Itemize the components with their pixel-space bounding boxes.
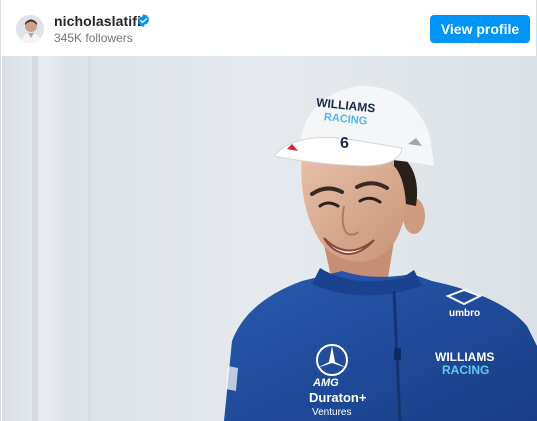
username-link[interactable]: nicholaslatifi bbox=[54, 12, 141, 30]
follower-count: 345K followers bbox=[54, 31, 133, 45]
sponsor-text-2: Ventures bbox=[312, 407, 351, 418]
profile-avatar[interactable] bbox=[16, 15, 44, 43]
sponsor-text-1: Duraton+ bbox=[309, 390, 367, 405]
verified-badge-icon bbox=[137, 13, 150, 28]
chest-team-line2: RACING bbox=[442, 363, 489, 377]
amg-text: AMG bbox=[312, 377, 339, 389]
cap-number: 6 bbox=[340, 135, 349, 152]
post-photo[interactable]: AMG Duraton+ Ventures umbro WILLIAMS RAC… bbox=[2, 56, 537, 421]
avatar-image bbox=[16, 15, 44, 43]
post-header: nicholaslatifi 345K followers View profi… bbox=[1, 0, 537, 56]
instagram-embed: nicholaslatifi 345K followers View profi… bbox=[0, 0, 537, 421]
umbro-text: umbro bbox=[449, 308, 480, 319]
portrait-photo: AMG Duraton+ Ventures umbro WILLIAMS RAC… bbox=[2, 56, 537, 421]
chest-team-line1: WILLIAMS bbox=[435, 350, 494, 364]
view-profile-button[interactable]: View profile bbox=[430, 15, 530, 43]
